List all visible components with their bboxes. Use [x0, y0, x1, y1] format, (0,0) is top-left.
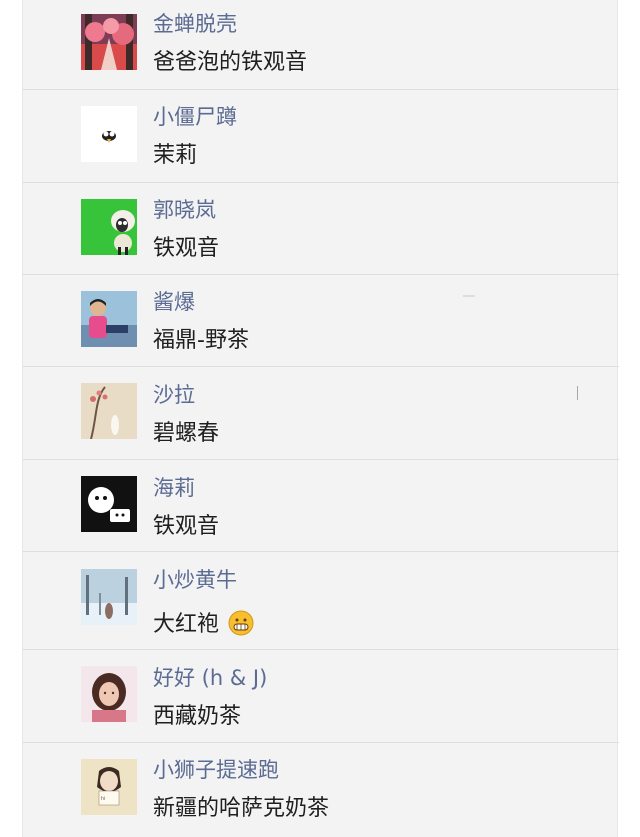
- partial-digit-mark: [577, 386, 578, 400]
- contact-name: 小炒黄牛: [153, 568, 237, 592]
- faint-mark: [463, 295, 475, 297]
- chat-row-7[interactable]: 小炒黄牛 大红袍: [23, 552, 619, 650]
- contact-name: 金蝉脱壳: [153, 12, 237, 36]
- chat-list: 金蝉脱壳 爸爸泡的铁观音 小僵尸蹲 茉莉 郭晓岚 铁观音 酱爆 福鼎-野茶 沙拉…: [22, 0, 619, 837]
- chat-row-8[interactable]: 好好 (h & J) 西藏奶茶: [23, 650, 619, 743]
- last-message: 新疆的哈萨克奶茶: [153, 796, 330, 821]
- flower-illustration-avatar-icon: [81, 383, 137, 439]
- last-message: 碧螺春: [153, 421, 220, 446]
- chat-row-3[interactable]: 郭晓岚 铁观音: [23, 183, 619, 275]
- chat-row-9[interactable]: hi 小狮子提速跑 新疆的哈萨克奶茶: [23, 743, 619, 837]
- girl-photo-avatar-icon: [81, 666, 137, 722]
- contact-name: 小狮子提速跑: [153, 758, 279, 782]
- chat-row-6[interactable]: 海莉 铁观音: [23, 460, 619, 552]
- forest-path-avatar-icon: [81, 14, 137, 70]
- contact-name: 好好 (h & J): [153, 666, 268, 690]
- cartoon-faces-avatar-icon: [81, 476, 137, 532]
- chat-row-4[interactable]: 酱爆 福鼎-野茶: [23, 275, 619, 367]
- last-message: 大红袍: [153, 610, 254, 643]
- person-photo-avatar-icon: [81, 291, 137, 347]
- contact-name: 郭晓岚: [153, 198, 216, 222]
- svg-text:hi: hi: [101, 796, 105, 802]
- contact-name: 沙拉: [153, 383, 195, 407]
- last-message: 铁观音: [153, 514, 220, 539]
- contact-name: 小僵尸蹲: [153, 105, 237, 129]
- grinning-emoji-icon: [228, 610, 254, 643]
- last-message: 茉莉: [153, 143, 198, 168]
- last-message-text: 大红袍: [153, 612, 220, 637]
- last-message: 西藏奶茶: [153, 704, 242, 729]
- chat-row-1[interactable]: 金蝉脱壳 爸爸泡的铁观音: [23, 0, 619, 90]
- contact-name: 酱爆: [153, 290, 195, 314]
- cartoon-bird-avatar-icon: [81, 106, 137, 162]
- chat-row-5[interactable]: 沙拉 碧螺春: [23, 367, 619, 460]
- chat-row-2[interactable]: 小僵尸蹲 茉莉: [23, 90, 619, 183]
- screenshot-page: 金蝉脱壳 爸爸泡的铁观音 小僵尸蹲 茉莉 郭晓岚 铁观音 酱爆 福鼎-野茶 沙拉…: [0, 0, 640, 837]
- last-message: 铁观音: [153, 236, 220, 261]
- last-message: 爸爸泡的铁观音: [153, 50, 308, 75]
- sheep-avatar-icon: [81, 199, 137, 255]
- drawing-avatar-icon: hi: [81, 759, 137, 815]
- contact-name: 海莉: [153, 476, 195, 500]
- snow-forest-avatar-icon: [81, 569, 137, 625]
- last-message: 福鼎-野茶: [153, 328, 249, 353]
